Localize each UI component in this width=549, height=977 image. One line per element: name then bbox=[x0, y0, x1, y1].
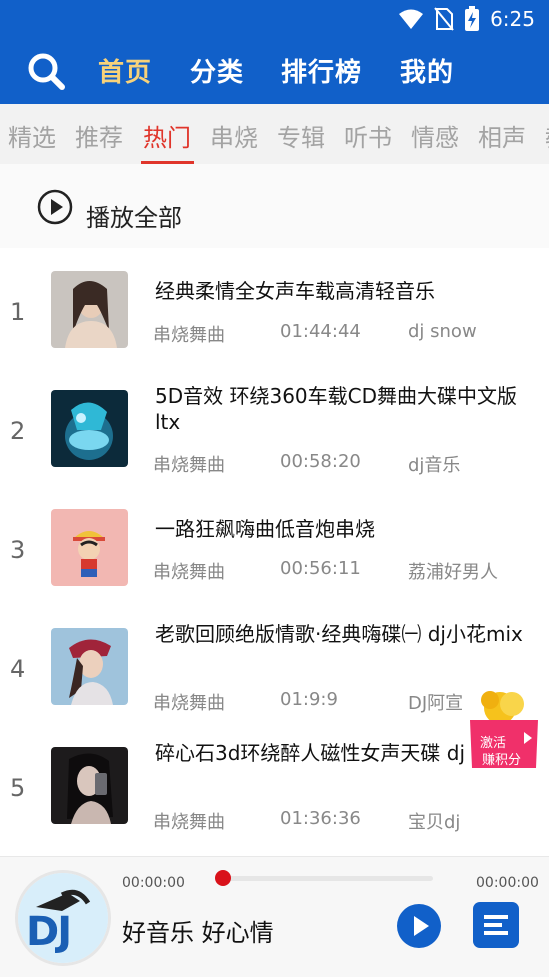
song-category: 串烧舞曲 bbox=[153, 693, 225, 714]
song-row[interactable]: 2 5D音效 环绕360车载CD舞曲大碟中文版 ltx 串烧舞曲 00:58:2… bbox=[0, 371, 549, 489]
song-artist: DJ阿宣 bbox=[408, 693, 464, 714]
song-cover bbox=[51, 747, 128, 824]
status-time: 6:25 bbox=[490, 7, 535, 31]
song-rank: 4 bbox=[10, 655, 26, 683]
song-rank: 3 bbox=[10, 536, 26, 564]
category-partial[interactable]: 教 bbox=[545, 118, 549, 153]
category-audiobook[interactable]: 听书 bbox=[344, 118, 392, 153]
player-cover-text: DJ bbox=[26, 909, 72, 955]
song-row[interactable]: 3 一路狂飙嗨曲低音炮串烧 串烧舞曲 00:56:11 荔浦好男人 bbox=[0, 490, 549, 608]
song-artist: 宝贝dj bbox=[408, 812, 461, 833]
status-bar: 6:25 bbox=[0, 0, 549, 38]
total-time: 00:00:00 bbox=[476, 875, 539, 891]
song-duration: 00:56:11 bbox=[280, 558, 361, 579]
category-medley[interactable]: 串烧 bbox=[210, 118, 258, 153]
song-duration: 00:58:20 bbox=[280, 451, 361, 472]
play-circle-icon bbox=[37, 189, 73, 225]
song-cover bbox=[51, 628, 128, 705]
play-all-label: 播放全部 bbox=[86, 204, 182, 232]
song-title: 5D音效 环绕360车载CD舞曲大碟中文版 ltx bbox=[155, 384, 518, 434]
app-bar: 首页 分类 排行榜 我的 bbox=[0, 38, 549, 104]
player-cover[interactable]: DJ bbox=[15, 870, 111, 966]
song-artist: dj snow bbox=[408, 321, 477, 342]
current-time: 00:00:00 bbox=[122, 875, 185, 891]
song-artist: 荔浦好男人 bbox=[408, 562, 498, 583]
song-title: 老歌回顾绝版情歌·经典嗨碟㈠ dj小花mix bbox=[155, 622, 523, 646]
playlist-icon[interactable] bbox=[472, 901, 520, 949]
song-cover bbox=[51, 271, 128, 348]
song-rank: 5 bbox=[10, 774, 26, 802]
play-icon[interactable] bbox=[396, 903, 442, 949]
song-category: 串烧舞曲 bbox=[153, 812, 225, 833]
song-category: 串烧舞曲 bbox=[153, 325, 225, 346]
category-recommended[interactable]: 推荐 bbox=[75, 118, 123, 153]
battery-charging-icon bbox=[465, 6, 480, 31]
song-cover bbox=[51, 390, 128, 467]
song-title: 经典柔情全女声车载高清轻音乐 bbox=[155, 279, 435, 303]
badge-points-label: 赚积分 bbox=[482, 753, 522, 768]
song-duration: 01:44:44 bbox=[280, 321, 361, 342]
song-rank: 2 bbox=[10, 417, 26, 445]
tab-mine[interactable]: 我的 bbox=[400, 52, 454, 89]
wifi-icon bbox=[399, 9, 424, 29]
progress-knob[interactable] bbox=[215, 870, 231, 886]
category-album[interactable]: 专辑 bbox=[277, 118, 325, 153]
category-hot[interactable]: 热门 bbox=[143, 118, 191, 153]
tab-categories[interactable]: 分类 bbox=[190, 52, 244, 89]
tab-home[interactable]: 首页 bbox=[98, 52, 152, 89]
mini-player: DJ 00:00:00 00:00:00 好音乐 好心情 bbox=[0, 856, 549, 977]
no-sim-icon bbox=[434, 7, 454, 31]
category-emotion[interactable]: 情感 bbox=[411, 118, 459, 153]
progress-track[interactable] bbox=[222, 876, 433, 881]
earn-points-badge[interactable]: 激活 赚积分 bbox=[466, 686, 542, 770]
song-rank: 1 bbox=[10, 298, 26, 326]
category-crosstalk[interactable]: 相声 bbox=[478, 118, 526, 153]
song-category: 串烧舞曲 bbox=[153, 455, 225, 476]
song-cover bbox=[51, 509, 128, 586]
song-category: 串烧舞曲 bbox=[153, 562, 225, 583]
song-artist: dj音乐 bbox=[408, 455, 461, 476]
play-all-row[interactable]: 播放全部 bbox=[0, 164, 549, 248]
category-featured[interactable]: 精选 bbox=[8, 118, 56, 153]
status-icons: 6:25 bbox=[398, 6, 535, 32]
tab-rankings[interactable]: 排行榜 bbox=[281, 52, 362, 89]
song-duration: 01:9:9 bbox=[280, 689, 338, 710]
song-row[interactable]: 1 经典柔情全女声车载高清轻音乐 串烧舞曲 01:44:44 dj snow bbox=[0, 252, 549, 370]
song-duration: 01:36:36 bbox=[280, 808, 361, 829]
search-icon[interactable] bbox=[26, 51, 66, 91]
song-title: 一路狂飙嗨曲低音炮串烧 bbox=[155, 517, 375, 541]
category-bar: 精选 推荐 热门 串烧 专辑 听书 情感 相声 教 bbox=[0, 104, 549, 164]
player-title: 好音乐 好心情 bbox=[122, 919, 274, 947]
